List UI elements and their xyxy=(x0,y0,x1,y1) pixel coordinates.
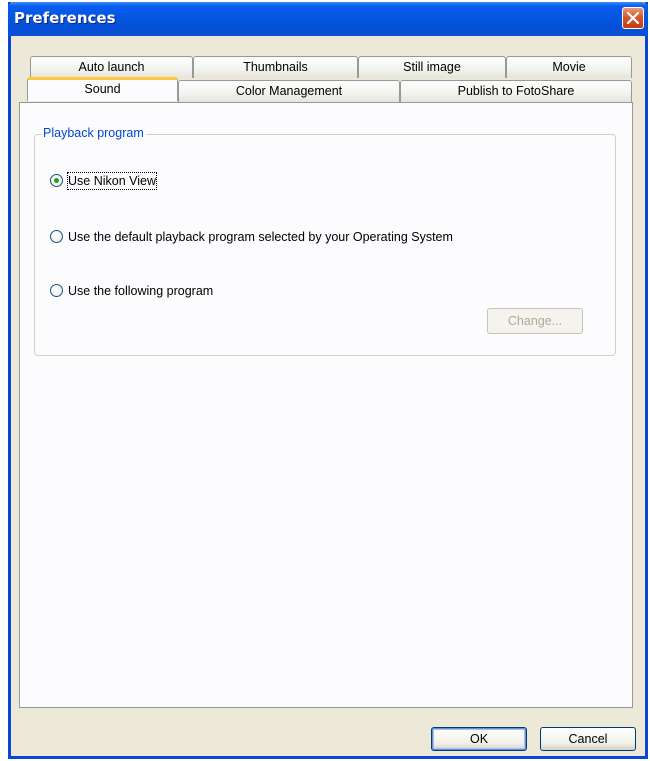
radio-unchecked-icon xyxy=(50,230,63,243)
tab-panel-sound: Playback program Use Nikon View Use the … xyxy=(19,102,633,708)
radio-label: Use Nikon View xyxy=(66,172,158,190)
tab-thumbnails[interactable]: Thumbnails xyxy=(193,56,358,78)
tab-auto-launch[interactable]: Auto launch xyxy=(30,56,193,78)
tab-label: Color Management xyxy=(235,84,343,98)
tab-still-image[interactable]: Still image xyxy=(358,56,506,78)
tab-publish-to-fotoshare[interactable]: Publish to FotoShare xyxy=(400,80,632,102)
window-title: Preferences xyxy=(14,9,116,27)
radio-label: Use the default playback program selecte… xyxy=(68,230,453,244)
tab-label: Publish to FotoShare xyxy=(457,84,575,98)
tab-sound[interactable]: Sound xyxy=(27,77,178,101)
close-icon xyxy=(627,12,639,24)
tab-label: Movie xyxy=(552,60,586,74)
title-bar[interactable]: Preferences xyxy=(8,2,648,36)
radio-label: Use the following program xyxy=(68,284,214,298)
close-button[interactable] xyxy=(622,7,644,29)
radio-checked-icon xyxy=(50,174,63,187)
tab-label: Auto launch xyxy=(78,60,145,74)
cancel-button[interactable]: Cancel xyxy=(540,727,636,751)
tab-movie[interactable]: Movie xyxy=(506,56,632,78)
tab-color-management[interactable]: Color Management xyxy=(178,80,400,102)
tab-label: Thumbnails xyxy=(243,60,308,74)
tab-label: Still image xyxy=(403,60,461,74)
tab-label: Sound xyxy=(84,82,121,96)
radio-unchecked-icon xyxy=(50,284,63,297)
ok-button[interactable]: OK xyxy=(431,727,527,751)
change-button[interactable]: Change... xyxy=(487,308,583,334)
group-title: Playback program xyxy=(41,126,146,140)
